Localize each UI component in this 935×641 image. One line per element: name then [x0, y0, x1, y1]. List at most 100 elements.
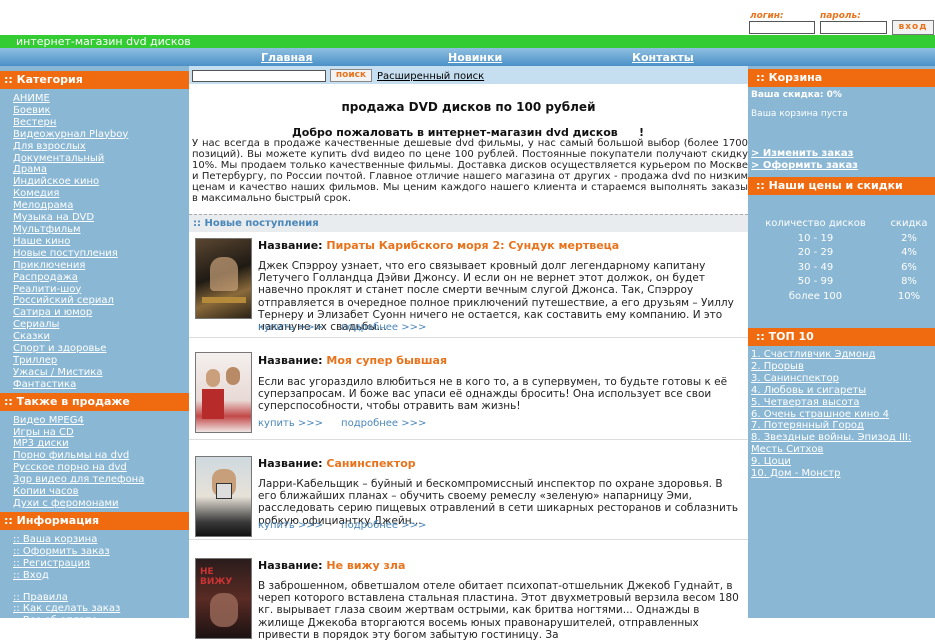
category-link[interactable]: Драма	[13, 164, 189, 176]
category-link[interactable]: АНИМЕ	[13, 93, 189, 105]
login-button[interactable]: вход	[892, 20, 934, 35]
category-link[interactable]: Спорт и здоровье	[13, 343, 189, 355]
more-link[interactable]: подробнее >>>	[341, 520, 426, 531]
info-link[interactable]: :: Регистрация	[13, 558, 189, 570]
category-header: :: Категория	[0, 71, 189, 89]
product-poster[interactable]	[195, 238, 252, 319]
info-link[interactable]: :: Оформить заказ	[13, 546, 189, 558]
product-links: купить >>> подробнее >>>	[258, 418, 444, 429]
category-link[interactable]: Триллер	[13, 355, 189, 367]
category-link[interactable]: Мелодрама	[13, 200, 189, 212]
also-link[interactable]: Порно фильмы на dvd	[13, 450, 189, 462]
also-link[interactable]: Видео MPEG4	[13, 415, 189, 427]
category-link[interactable]: Новые поступления	[13, 248, 189, 260]
product-name-link[interactable]: Пираты Карибского моря 2: Сундук мертвец…	[326, 239, 619, 252]
category-link[interactable]: Мультфильм	[13, 224, 189, 236]
password-label: пароль:	[820, 11, 861, 21]
product-title: Название: Не вижу зла	[258, 559, 406, 572]
discount-value: 4%	[901, 247, 917, 259]
search-button[interactable]: поиск	[330, 69, 372, 82]
product-links: купить >>> подробнее >>>	[258, 322, 444, 333]
product-poster[interactable]	[195, 352, 252, 433]
category-link[interactable]: Вестерн	[13, 117, 189, 129]
also-link[interactable]: 3gp видео для телефона	[13, 474, 189, 486]
category-link[interactable]: Распродажа	[13, 272, 189, 284]
info-link[interactable]: :: Как сделать заказ	[13, 603, 189, 615]
top10-item-link[interactable]: 10. Дом - Монстр	[751, 468, 933, 480]
nav-contacts[interactable]: Контакты	[632, 51, 694, 64]
category-link[interactable]: Сатира и юмор	[13, 307, 189, 319]
category-link[interactable]: Приключения	[13, 260, 189, 272]
top10-item-link[interactable]: 5. Четвертая высота	[751, 397, 933, 409]
category-link[interactable]: Документальный	[13, 153, 189, 165]
also-link[interactable]: Копии часов	[13, 486, 189, 498]
top10-list: 1. Счастливчик Эдмонд 2. Прорыв 3. Санинсп…	[751, 349, 933, 480]
category-link[interactable]: Сериалы	[13, 319, 189, 331]
category-link[interactable]: Реалити-шоу	[13, 284, 189, 296]
title-bar: интернет-магазин dvd дисков	[0, 35, 935, 48]
product-name-link[interactable]: Не вижу зла	[326, 559, 405, 572]
more-link[interactable]: подробнее >>>	[341, 418, 426, 429]
also-link[interactable]: MP3 диски	[13, 438, 189, 450]
also-link[interactable]: Игры на CD	[13, 427, 189, 439]
info-link[interactable]: :: Правила	[13, 592, 189, 604]
top10-item-link[interactable]: 4. Любовь и сигареты	[751, 385, 933, 397]
category-link[interactable]: Индийское кино	[13, 176, 189, 188]
category-link[interactable]: Боевик	[13, 105, 189, 117]
advanced-search-link[interactable]: Расширенный поиск	[377, 71, 484, 82]
category-link[interactable]: Видеожурнал Playboy	[13, 129, 189, 141]
checkout-link[interactable]: > Оформить заказ	[751, 160, 858, 171]
discount-column-header: скидка	[890, 218, 928, 229]
product-poster[interactable]	[195, 456, 252, 537]
info-list: :: Ваша корзина:: Оформить заказ:: Регис…	[0, 530, 189, 582]
top10-item-link[interactable]: 6. Очень страшное кино 4	[751, 409, 933, 421]
top10-item-link[interactable]: 7. Потерянный Город	[751, 420, 933, 432]
category-link[interactable]: Российский сериал	[13, 295, 189, 307]
info-link[interactable]: :: Все об оплате	[13, 615, 189, 627]
qty-range: 30 - 49	[797, 261, 834, 273]
category-link[interactable]: Сказки	[13, 331, 189, 343]
info-list-2: :: Правила:: Как сделать заказ:: Все об …	[0, 582, 189, 628]
site-title: интернет-магазин dvd дисков	[16, 35, 191, 48]
product-card: Название: Моя супер бывшая Если вас угор…	[189, 352, 748, 440]
prices-table-row: более 100 10%	[748, 291, 935, 306]
new-arrivals-header: :: Новые поступления	[189, 214, 748, 232]
right-sidebar: :: Корзина Ваша скидка: 0% Ваша корзина …	[748, 66, 935, 618]
nav-home[interactable]: Главная	[261, 51, 313, 64]
search-bar: поиск Расширенный поиск	[189, 66, 748, 84]
nav-new[interactable]: Новинки	[448, 51, 502, 64]
info-header: :: Информация	[0, 511, 189, 530]
top10-item-link[interactable]: 8. Звездные войны. Эпизод III: Месть Сит…	[751, 432, 933, 456]
buy-link[interactable]: купить >>>	[258, 418, 323, 429]
category-link[interactable]: Для взрослых	[13, 141, 189, 153]
discount-value: 2%	[901, 232, 917, 244]
login-label: логин:	[750, 11, 784, 21]
top10-item-link[interactable]: 1. Счастливчик Эдмонд	[751, 349, 933, 361]
also-list: Видео MPEG4 Игры на CD MP3 диски Порно филь…	[0, 411, 189, 510]
info-link[interactable]: :: Вход	[13, 570, 189, 582]
category-link[interactable]: Фантастика	[13, 379, 189, 391]
category-list: АНИМЕ Боевик Вестерн Видеожурнал Playboy Для…	[0, 89, 189, 391]
also-link[interactable]: Русское порно на dvd	[13, 462, 189, 474]
product-name-link[interactable]: Моя супер бывшая	[326, 354, 447, 367]
also-link[interactable]: Духи с феромонами	[13, 498, 189, 510]
product-poster[interactable]: НЕ ВИЖУ	[195, 558, 252, 639]
category-link[interactable]: Музыка на DVD	[13, 212, 189, 224]
top10-item-link[interactable]: 9. Цоци	[751, 456, 933, 468]
top10-header: :: ТОП 10	[748, 328, 935, 346]
top10-item-link[interactable]: 2. Прорыв	[751, 361, 933, 373]
category-link[interactable]: Комедия	[13, 188, 189, 200]
more-link[interactable]: подробнее >>>	[341, 322, 426, 333]
product-name-link[interactable]: Санинспектор	[326, 457, 415, 470]
password-input[interactable]	[820, 21, 887, 34]
top10-item-link[interactable]: 3. Санинспектор	[751, 373, 933, 385]
change-order-link[interactable]: > Изменить заказ	[751, 148, 853, 159]
category-link[interactable]: Ужасы / Мистика	[13, 367, 189, 379]
category-link[interactable]: Наше кино	[13, 236, 189, 248]
buy-link[interactable]: купить >>>	[258, 520, 323, 531]
intro-text: У нас всегда в продаже качественные деше…	[192, 138, 748, 204]
info-link[interactable]: :: Ваша корзина	[13, 534, 189, 546]
search-input[interactable]	[192, 70, 326, 82]
login-input[interactable]	[749, 21, 815, 34]
buy-link[interactable]: купить >>>	[258, 322, 323, 333]
